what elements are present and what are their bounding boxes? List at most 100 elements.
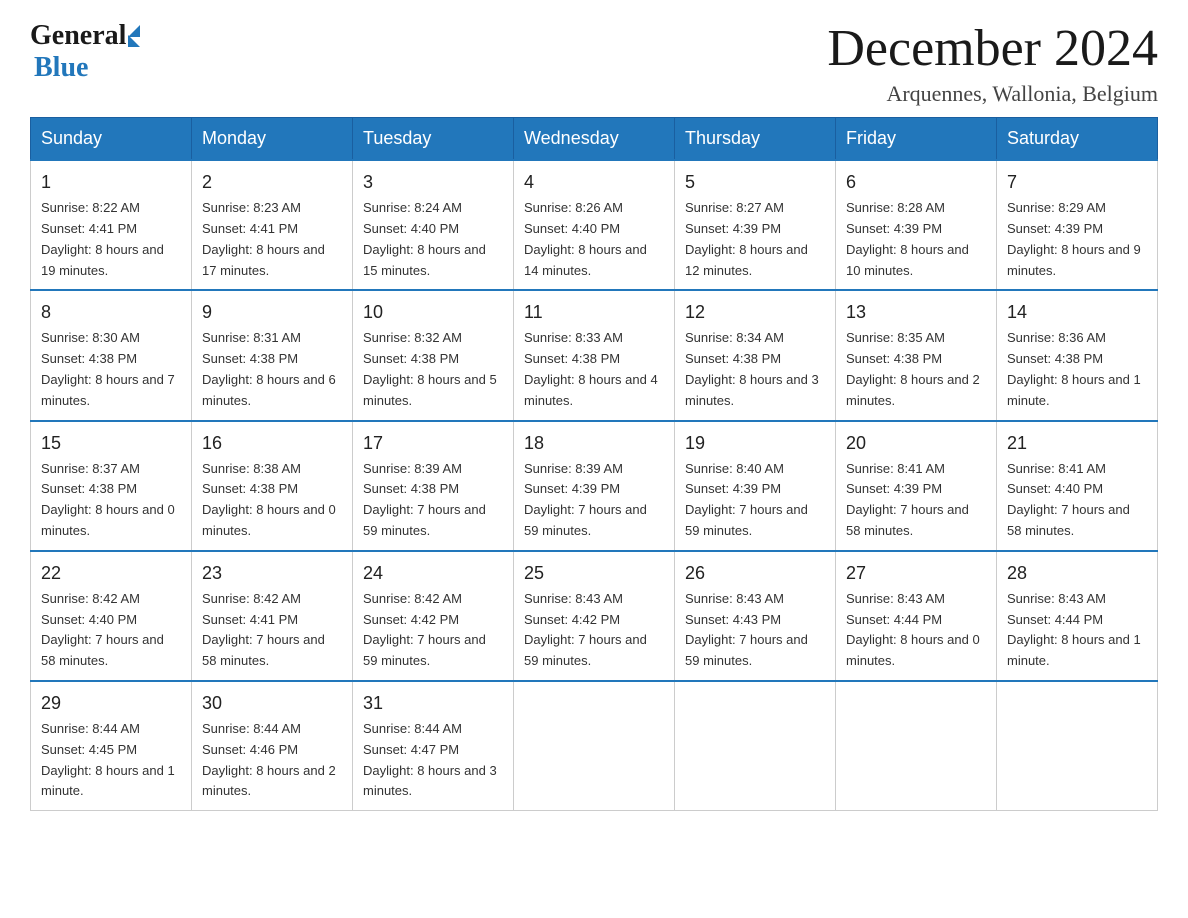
day-number: 24 bbox=[363, 560, 503, 587]
day-info: Sunrise: 8:44 AM Sunset: 4:45 PM Dayligh… bbox=[41, 719, 181, 802]
table-row: 4 Sunrise: 8:26 AM Sunset: 4:40 PM Dayli… bbox=[514, 160, 675, 290]
day-number: 5 bbox=[685, 169, 825, 196]
col-saturday: Saturday bbox=[997, 118, 1158, 161]
day-info: Sunrise: 8:23 AM Sunset: 4:41 PM Dayligh… bbox=[202, 198, 342, 281]
header: General Blue December 2024 Arquennes, Wa… bbox=[30, 20, 1158, 107]
day-info: Sunrise: 8:43 AM Sunset: 4:42 PM Dayligh… bbox=[524, 589, 664, 672]
day-number: 2 bbox=[202, 169, 342, 196]
day-info: Sunrise: 8:28 AM Sunset: 4:39 PM Dayligh… bbox=[846, 198, 986, 281]
col-friday: Friday bbox=[836, 118, 997, 161]
day-info: Sunrise: 8:43 AM Sunset: 4:44 PM Dayligh… bbox=[1007, 589, 1147, 672]
table-row: 16 Sunrise: 8:38 AM Sunset: 4:38 PM Dayl… bbox=[192, 421, 353, 551]
calendar-week-row: 29 Sunrise: 8:44 AM Sunset: 4:45 PM Dayl… bbox=[31, 681, 1158, 811]
day-number: 17 bbox=[363, 430, 503, 457]
table-row: 15 Sunrise: 8:37 AM Sunset: 4:38 PM Dayl… bbox=[31, 421, 192, 551]
table-row: 14 Sunrise: 8:36 AM Sunset: 4:38 PM Dayl… bbox=[997, 290, 1158, 420]
day-info: Sunrise: 8:40 AM Sunset: 4:39 PM Dayligh… bbox=[685, 459, 825, 542]
day-number: 29 bbox=[41, 690, 181, 717]
day-number: 20 bbox=[846, 430, 986, 457]
table-row: 23 Sunrise: 8:42 AM Sunset: 4:41 PM Dayl… bbox=[192, 551, 353, 681]
col-monday: Monday bbox=[192, 118, 353, 161]
calendar-table: Sunday Monday Tuesday Wednesday Thursday… bbox=[30, 117, 1158, 811]
day-number: 21 bbox=[1007, 430, 1147, 457]
table-row: 31 Sunrise: 8:44 AM Sunset: 4:47 PM Dayl… bbox=[353, 681, 514, 811]
day-info: Sunrise: 8:30 AM Sunset: 4:38 PM Dayligh… bbox=[41, 328, 181, 411]
col-tuesday: Tuesday bbox=[353, 118, 514, 161]
table-row: 3 Sunrise: 8:24 AM Sunset: 4:40 PM Dayli… bbox=[353, 160, 514, 290]
table-row: 13 Sunrise: 8:35 AM Sunset: 4:38 PM Dayl… bbox=[836, 290, 997, 420]
table-row: 25 Sunrise: 8:43 AM Sunset: 4:42 PM Dayl… bbox=[514, 551, 675, 681]
day-info: Sunrise: 8:33 AM Sunset: 4:38 PM Dayligh… bbox=[524, 328, 664, 411]
day-info: Sunrise: 8:42 AM Sunset: 4:40 PM Dayligh… bbox=[41, 589, 181, 672]
day-number: 4 bbox=[524, 169, 664, 196]
day-info: Sunrise: 8:32 AM Sunset: 4:38 PM Dayligh… bbox=[363, 328, 503, 411]
table-row: 9 Sunrise: 8:31 AM Sunset: 4:38 PM Dayli… bbox=[192, 290, 353, 420]
table-row: 29 Sunrise: 8:44 AM Sunset: 4:45 PM Dayl… bbox=[31, 681, 192, 811]
day-number: 28 bbox=[1007, 560, 1147, 587]
page-title: December 2024 bbox=[827, 20, 1158, 77]
table-row: 7 Sunrise: 8:29 AM Sunset: 4:39 PM Dayli… bbox=[997, 160, 1158, 290]
day-info: Sunrise: 8:44 AM Sunset: 4:47 PM Dayligh… bbox=[363, 719, 503, 802]
table-row: 12 Sunrise: 8:34 AM Sunset: 4:38 PM Dayl… bbox=[675, 290, 836, 420]
day-info: Sunrise: 8:37 AM Sunset: 4:38 PM Dayligh… bbox=[41, 459, 181, 542]
day-info: Sunrise: 8:22 AM Sunset: 4:41 PM Dayligh… bbox=[41, 198, 181, 281]
calendar-week-row: 22 Sunrise: 8:42 AM Sunset: 4:40 PM Dayl… bbox=[31, 551, 1158, 681]
table-row: 19 Sunrise: 8:40 AM Sunset: 4:39 PM Dayl… bbox=[675, 421, 836, 551]
logo-icon bbox=[128, 25, 140, 47]
day-number: 15 bbox=[41, 430, 181, 457]
day-info: Sunrise: 8:29 AM Sunset: 4:39 PM Dayligh… bbox=[1007, 198, 1147, 281]
day-number: 19 bbox=[685, 430, 825, 457]
day-info: Sunrise: 8:38 AM Sunset: 4:38 PM Dayligh… bbox=[202, 459, 342, 542]
day-number: 10 bbox=[363, 299, 503, 326]
day-number: 23 bbox=[202, 560, 342, 587]
day-info: Sunrise: 8:34 AM Sunset: 4:38 PM Dayligh… bbox=[685, 328, 825, 411]
table-row: 20 Sunrise: 8:41 AM Sunset: 4:39 PM Dayl… bbox=[836, 421, 997, 551]
day-number: 25 bbox=[524, 560, 664, 587]
table-row: 18 Sunrise: 8:39 AM Sunset: 4:39 PM Dayl… bbox=[514, 421, 675, 551]
day-info: Sunrise: 8:42 AM Sunset: 4:42 PM Dayligh… bbox=[363, 589, 503, 672]
day-number: 6 bbox=[846, 169, 986, 196]
logo-general-text: General bbox=[30, 20, 126, 52]
table-row: 21 Sunrise: 8:41 AM Sunset: 4:40 PM Dayl… bbox=[997, 421, 1158, 551]
table-row bbox=[514, 681, 675, 811]
day-number: 9 bbox=[202, 299, 342, 326]
table-row: 11 Sunrise: 8:33 AM Sunset: 4:38 PM Dayl… bbox=[514, 290, 675, 420]
day-number: 8 bbox=[41, 299, 181, 326]
table-row: 1 Sunrise: 8:22 AM Sunset: 4:41 PM Dayli… bbox=[31, 160, 192, 290]
day-info: Sunrise: 8:26 AM Sunset: 4:40 PM Dayligh… bbox=[524, 198, 664, 281]
day-info: Sunrise: 8:39 AM Sunset: 4:39 PM Dayligh… bbox=[524, 459, 664, 542]
day-info: Sunrise: 8:31 AM Sunset: 4:38 PM Dayligh… bbox=[202, 328, 342, 411]
table-row: 2 Sunrise: 8:23 AM Sunset: 4:41 PM Dayli… bbox=[192, 160, 353, 290]
page-subtitle: Arquennes, Wallonia, Belgium bbox=[827, 81, 1158, 107]
table-row: 26 Sunrise: 8:43 AM Sunset: 4:43 PM Dayl… bbox=[675, 551, 836, 681]
table-row: 22 Sunrise: 8:42 AM Sunset: 4:40 PM Dayl… bbox=[31, 551, 192, 681]
table-row: 10 Sunrise: 8:32 AM Sunset: 4:38 PM Dayl… bbox=[353, 290, 514, 420]
day-number: 1 bbox=[41, 169, 181, 196]
table-row: 8 Sunrise: 8:30 AM Sunset: 4:38 PM Dayli… bbox=[31, 290, 192, 420]
table-row: 17 Sunrise: 8:39 AM Sunset: 4:38 PM Dayl… bbox=[353, 421, 514, 551]
day-number: 16 bbox=[202, 430, 342, 457]
day-info: Sunrise: 8:24 AM Sunset: 4:40 PM Dayligh… bbox=[363, 198, 503, 281]
table-row bbox=[836, 681, 997, 811]
day-number: 18 bbox=[524, 430, 664, 457]
day-number: 12 bbox=[685, 299, 825, 326]
day-info: Sunrise: 8:36 AM Sunset: 4:38 PM Dayligh… bbox=[1007, 328, 1147, 411]
day-info: Sunrise: 8:42 AM Sunset: 4:41 PM Dayligh… bbox=[202, 589, 342, 672]
calendar-header-row: Sunday Monday Tuesday Wednesday Thursday… bbox=[31, 118, 1158, 161]
day-number: 7 bbox=[1007, 169, 1147, 196]
table-row: 5 Sunrise: 8:27 AM Sunset: 4:39 PM Dayli… bbox=[675, 160, 836, 290]
day-number: 31 bbox=[363, 690, 503, 717]
day-info: Sunrise: 8:27 AM Sunset: 4:39 PM Dayligh… bbox=[685, 198, 825, 281]
logo: General Blue bbox=[30, 20, 141, 84]
day-number: 22 bbox=[41, 560, 181, 587]
table-row: 27 Sunrise: 8:43 AM Sunset: 4:44 PM Dayl… bbox=[836, 551, 997, 681]
day-number: 30 bbox=[202, 690, 342, 717]
day-number: 11 bbox=[524, 299, 664, 326]
table-row bbox=[997, 681, 1158, 811]
day-number: 26 bbox=[685, 560, 825, 587]
calendar-week-row: 8 Sunrise: 8:30 AM Sunset: 4:38 PM Dayli… bbox=[31, 290, 1158, 420]
table-row: 28 Sunrise: 8:43 AM Sunset: 4:44 PM Dayl… bbox=[997, 551, 1158, 681]
day-info: Sunrise: 8:39 AM Sunset: 4:38 PM Dayligh… bbox=[363, 459, 503, 542]
col-wednesday: Wednesday bbox=[514, 118, 675, 161]
day-number: 27 bbox=[846, 560, 986, 587]
